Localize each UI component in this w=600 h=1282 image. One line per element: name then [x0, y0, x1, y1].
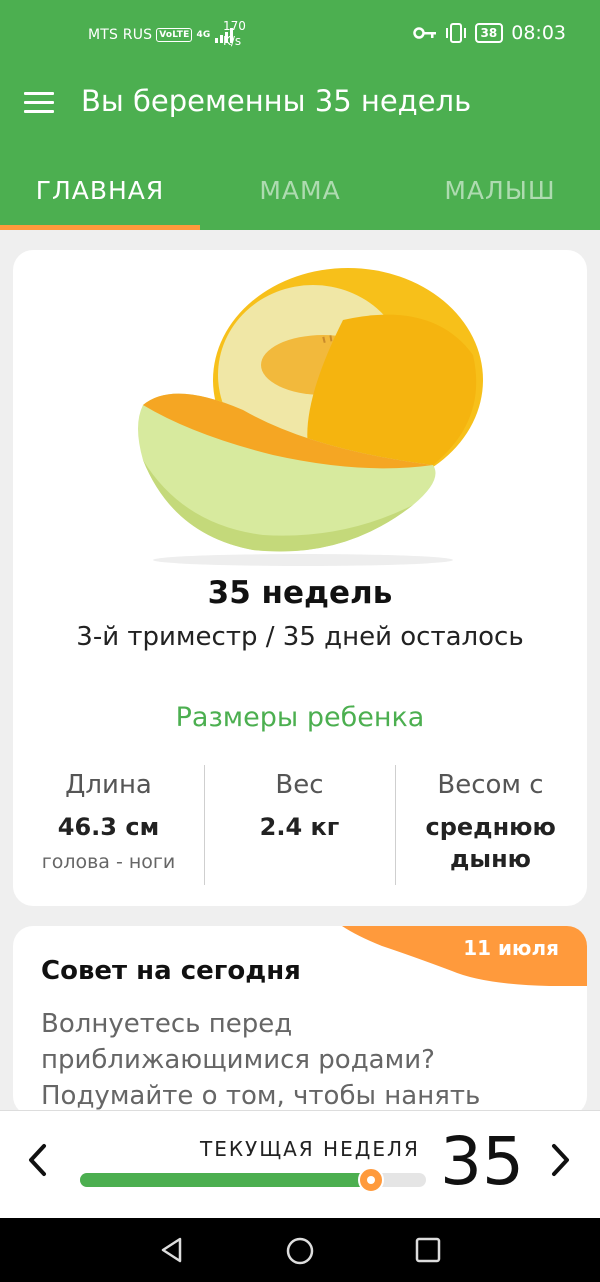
- tab-bar: ГЛАВНАЯ МАМА МАЛЫШ: [0, 162, 600, 230]
- carrier-info: MTS RUS VoLTE 4G: [88, 27, 237, 43]
- speed-unit: K/s: [223, 34, 242, 48]
- stat-label: Длина: [65, 770, 152, 800]
- stat-value: 46.3 см: [57, 813, 160, 841]
- tip-date: 11 июля: [463, 936, 559, 960]
- tab-main[interactable]: ГЛАВНАЯ: [0, 162, 200, 230]
- carrier-name: MTS RUS: [88, 27, 153, 43]
- stat-value: 2.4 кг: [259, 813, 340, 841]
- stat-compare: Весом с среднюю дыню: [395, 765, 586, 885]
- size-stats: Длина 46.3 см голова - ноги Вес 2.4 кг В…: [13, 765, 587, 885]
- chevron-left-icon[interactable]: [26, 1141, 48, 1187]
- home-icon[interactable]: [285, 1236, 315, 1266]
- stat-label: Весом с: [437, 770, 544, 800]
- back-icon[interactable]: [158, 1236, 186, 1264]
- key-icon: [412, 27, 436, 39]
- week-card: 35 недель 3-й триместр / 35 дней осталос…: [13, 250, 587, 906]
- network-type: 4G: [196, 29, 211, 40]
- tip-text: Волнуетесь перед приближающимися родами?…: [41, 1009, 481, 1111]
- clock: 08:03: [511, 22, 566, 44]
- network-speed: 170 K/s: [223, 19, 246, 49]
- recents-icon[interactable]: [414, 1236, 442, 1264]
- tip-title: Совет на сегодня: [41, 956, 301, 986]
- stat-value: среднюю дыню: [425, 813, 556, 873]
- progress-fill: [80, 1173, 371, 1187]
- current-week-label: ТЕКУЩАЯ НЕДЕЛЯ: [200, 1137, 420, 1161]
- stat-note: голова - ноги: [41, 851, 176, 873]
- tip-card[interactable]: 11 июля Совет на сегодня Волнуетесь пере…: [13, 926, 587, 1116]
- stat-length: Длина 46.3 см голова - ноги: [13, 765, 204, 885]
- page-title: Вы беременны 35 недель: [81, 84, 472, 118]
- status-bar: MTS RUS VoLTE 4G 170 K/s 38 08:03: [0, 0, 600, 70]
- speed-value: 170: [223, 19, 246, 33]
- melon-image: [138, 268, 483, 566]
- week-title: 35 недель: [207, 575, 393, 611]
- current-week-number: 35: [440, 1123, 524, 1200]
- system-nav-bar: [0, 1218, 600, 1282]
- status-right: 38 08:03: [412, 22, 566, 44]
- app-bar: Вы беременны 35 недель ГЛАВНАЯ МАМА МАЛЫ…: [0, 70, 600, 230]
- menu-icon[interactable]: [24, 92, 56, 118]
- battery-icon: 38: [474, 23, 504, 43]
- tab-baby[interactable]: МАЛЫШ: [400, 162, 600, 230]
- volte-badge: VoLTE: [156, 28, 193, 42]
- chevron-right-icon[interactable]: [550, 1141, 572, 1187]
- week-subtitle: 3-й триместр / 35 дней осталось: [76, 622, 524, 652]
- sizes-title: Размеры ребенка: [175, 702, 425, 733]
- stat-label: Вес: [275, 770, 324, 800]
- week-progress-slider[interactable]: [80, 1167, 426, 1193]
- vibrate-icon: [445, 23, 466, 43]
- stat-weight: Вес 2.4 кг: [204, 765, 395, 885]
- slider-knob[interactable]: [358, 1167, 384, 1193]
- week-selector: ТЕКУЩАЯ НЕДЕЛЯ 35: [0, 1110, 600, 1218]
- tab-mom[interactable]: МАМА: [200, 162, 400, 230]
